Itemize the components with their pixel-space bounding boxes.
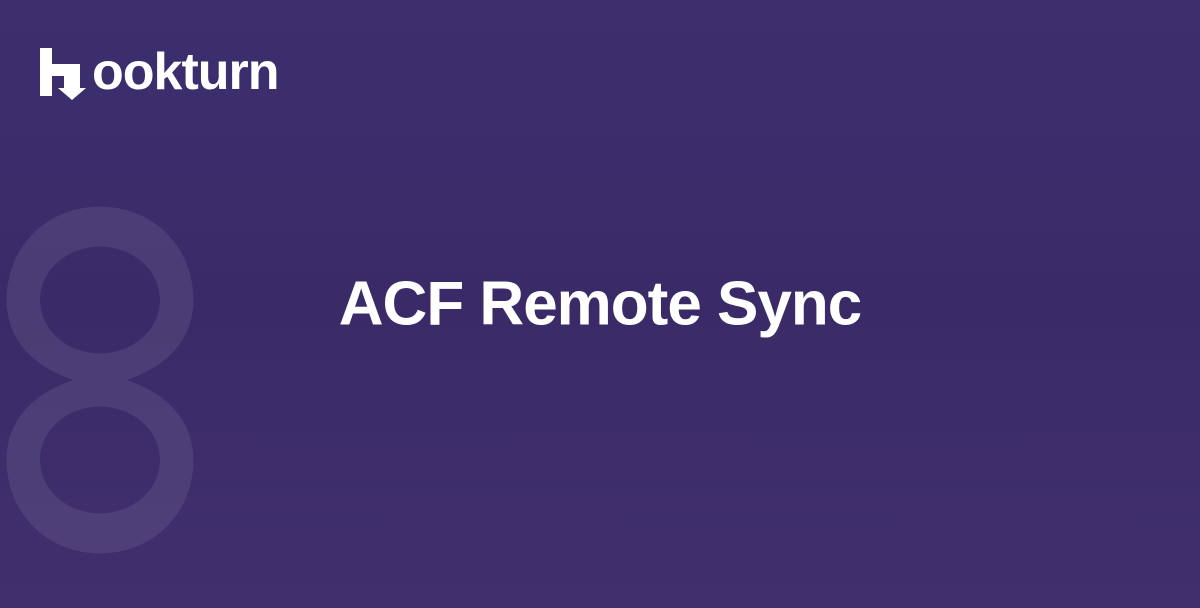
brand-logo: ookturn <box>36 42 279 102</box>
background-decoration <box>0 180 240 585</box>
logo-mark-icon <box>36 44 96 100</box>
brand-name: ookturn <box>92 42 279 102</box>
hookturn-h-icon <box>36 44 96 100</box>
figure-eight-shape-icon <box>0 180 240 580</box>
page-title: ACF Remote Sync <box>339 269 861 340</box>
